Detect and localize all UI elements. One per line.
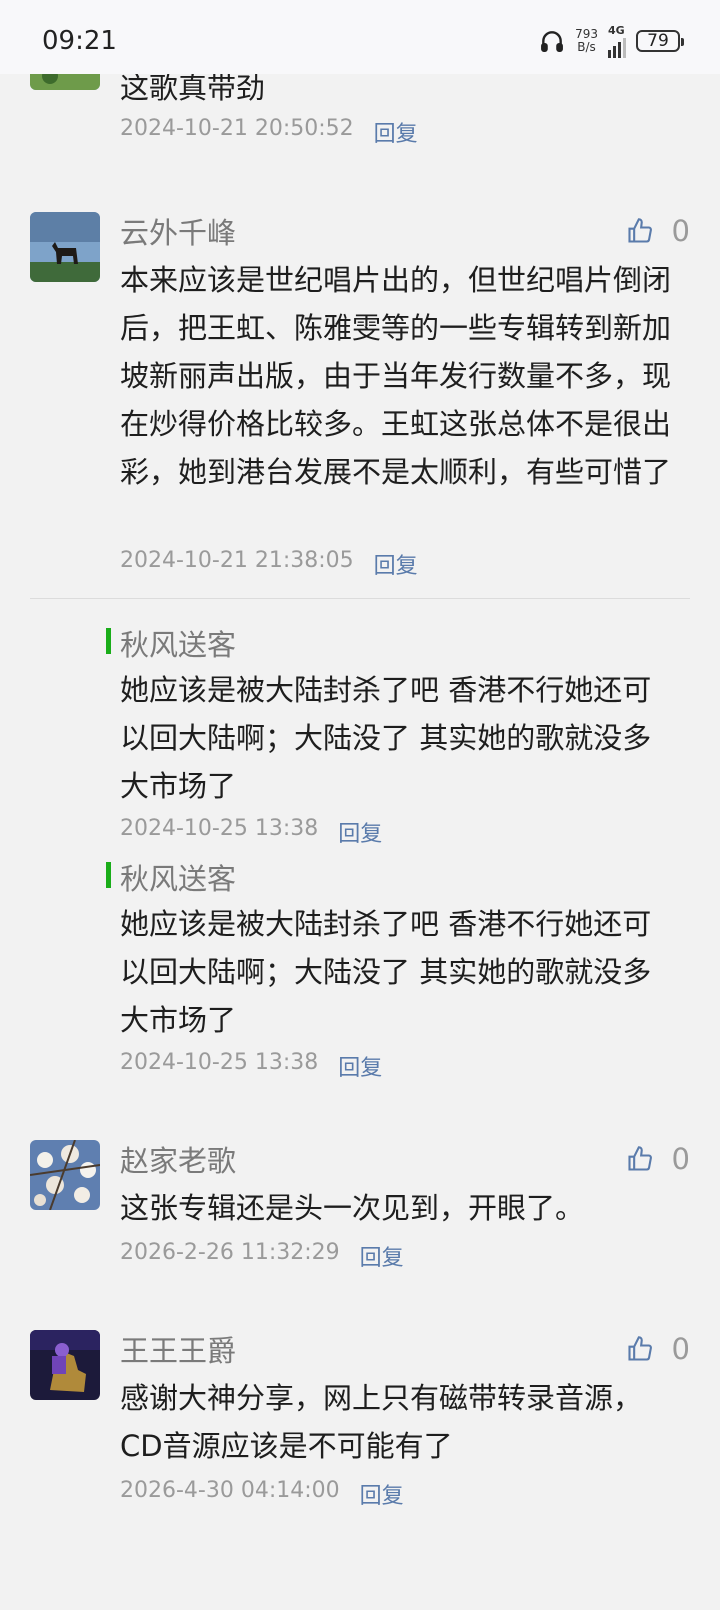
signal-icon: 4G <box>608 25 626 58</box>
like-count: 0 <box>671 1332 690 1366</box>
avatar[interactable] <box>30 212 100 282</box>
like-button[interactable]: 0 <box>626 214 690 248</box>
comment-username[interactable]: 云外千峰 <box>120 210 236 252</box>
comment-username[interactable]: 赵家老歌 <box>120 1138 236 1180</box>
reply-button[interactable]: 回复 <box>374 548 418 580</box>
reply-button[interactable]: 回复 <box>338 816 382 848</box>
battery-icon: 79 <box>636 30 684 52</box>
comment-time: 2026-2-26 11:32:29 <box>120 1240 340 1265</box>
comment-meta: 2026-4-30 04:14:00 回复 <box>120 1478 404 1510</box>
comment-text: 感谢大神分享，网上只有磁带转录音源，CD音源应该是不可能有了 <box>120 1381 643 1463</box>
status-time: 09:21 <box>42 26 117 56</box>
like-count: 0 <box>671 1142 690 1176</box>
comment-time: 2026-4-30 04:14:00 <box>120 1478 340 1503</box>
reply-text: 她应该是被大陆封杀了吧 香港不行她还可以回大陆啊；大陆没了 其实她的歌就没多大市… <box>120 907 652 1037</box>
reply-time: 2024-10-25 13:38 <box>120 1050 319 1075</box>
network-speed-unit: B/s <box>577 40 596 54</box>
comment-text: 这张专辑还是头一次见到，开眼了。 <box>120 1191 585 1225</box>
comment-time: 2024-10-21 20:50:52 <box>120 116 354 141</box>
reply-username[interactable]: 秋风送客 <box>106 856 236 898</box>
thumbs-up-icon <box>627 218 652 243</box>
like-count: 0 <box>671 214 690 248</box>
like-button[interactable]: 0 <box>626 1332 690 1366</box>
comment-username[interactable]: 王王王爵 <box>120 1328 236 1370</box>
comment-text: 本来应该是世纪唱片出的，但世纪唱片倒闭后，把王虹、陈雅雯等的一些专辑转到新加坡新… <box>120 263 672 489</box>
battery-level: 79 <box>647 31 669 51</box>
reply-button[interactable]: 回复 <box>360 1240 404 1272</box>
status-bar: 09:21 793 B/s 4G 79 <box>0 0 720 74</box>
divider <box>30 598 690 599</box>
headphones-icon <box>541 31 564 52</box>
status-icons: 793 B/s 4G 79 <box>539 25 684 58</box>
thumbs-up-icon <box>627 1146 652 1171</box>
reply-meta: 2024-10-25 13:38 回复 <box>120 1050 382 1082</box>
reply-username[interactable]: 秋风送客 <box>106 622 236 664</box>
comment-time: 2024-10-21 21:38:05 <box>120 548 354 573</box>
reply-button[interactable]: 回复 <box>360 1478 404 1510</box>
reply-button[interactable]: 回复 <box>338 1050 382 1082</box>
comment-meta: 2026-2-26 11:32:29 回复 <box>120 1240 404 1272</box>
reply-text: 她应该是被大陆封杀了吧 香港不行她还可以回大陆啊；大陆没了 其实她的歌就没多大市… <box>120 673 652 803</box>
reply-meta: 2024-10-25 13:38 回复 <box>120 816 382 848</box>
thumbs-up-icon <box>627 1336 652 1361</box>
comment-meta: 2024-10-21 20:50:52 回复 <box>120 116 418 148</box>
network-speed: 793 B/s <box>575 28 598 54</box>
reply-button[interactable]: 回复 <box>374 116 418 148</box>
avatar[interactable] <box>30 1140 100 1210</box>
reply-time: 2024-10-25 13:38 <box>120 816 319 841</box>
avatar[interactable] <box>30 1330 100 1400</box>
like-button[interactable]: 0 <box>626 1142 690 1176</box>
comment-meta: 2024-10-21 21:38:05 回复 <box>120 548 418 580</box>
network-type: 4G <box>608 23 625 37</box>
